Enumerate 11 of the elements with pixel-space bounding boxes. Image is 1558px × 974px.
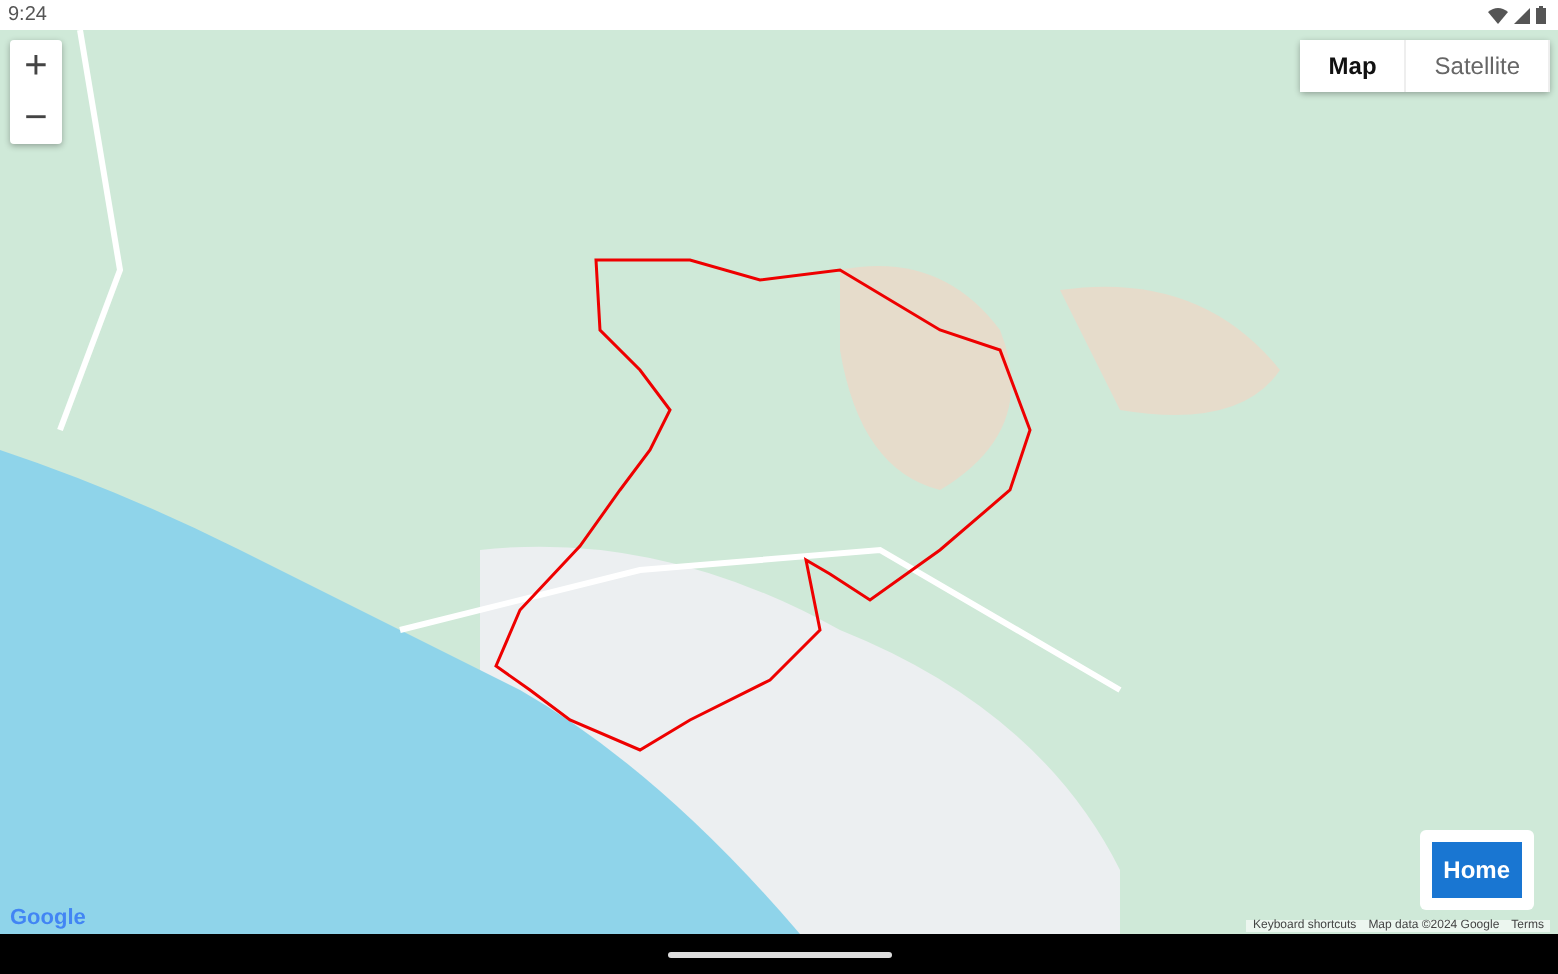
battery-icon [1536,6,1546,24]
zoom-in-button[interactable]: + [10,40,62,92]
home-button[interactable]: Home [1431,842,1522,898]
zoom-out-button[interactable]: − [10,92,62,144]
wifi-icon [1488,7,1508,23]
map-type-tab[interactable]: Satellite [1406,40,1550,92]
status-time: 9:24 [8,4,47,26]
map-type-tab[interactable]: Map [1300,40,1407,92]
signal-icon [1514,7,1530,23]
navigation-handle[interactable] [667,951,891,957]
map-logo: Google [10,906,86,930]
